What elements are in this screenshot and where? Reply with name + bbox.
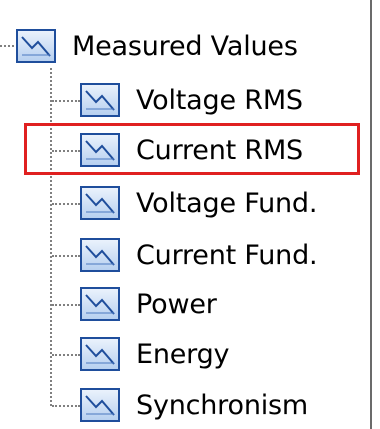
tree-node-label: Power [136,288,217,320]
tree-connector [0,45,14,47]
tree-node-current-rms[interactable]: Current RMS [80,126,303,174]
chart-window-icon [80,388,120,422]
tree-node-label: Current Fund. [136,239,318,271]
tree-node-measured-values[interactable]: Measured Values [16,22,298,70]
tree-connector [52,150,80,152]
tree-connector [52,100,80,102]
tree-connector [52,354,80,356]
tree-connector [52,255,80,257]
chart-window-icon [80,287,120,321]
chart-window-icon [80,238,120,272]
tree-node-energy[interactable]: Energy [80,330,230,378]
tree-node-voltage-rms[interactable]: Voltage RMS [80,76,303,124]
tree-node-label: Voltage RMS [136,84,303,116]
tree-node-voltage-fund[interactable]: Voltage Fund. [80,179,317,227]
tree-node-label: Current RMS [136,134,303,166]
tree-node-label: Voltage Fund. [136,187,318,219]
tree-node-synchronism[interactable]: Synchronism [80,381,308,429]
chart-window-icon [80,83,120,117]
chart-window-icon [16,29,56,63]
tree-node-current-fund[interactable]: Current Fund. [80,231,318,279]
tree-connector [52,304,80,306]
panel-border [370,0,372,429]
tree-node-label: Synchronism [136,389,308,421]
tree-connector [52,203,80,205]
tree-node-power[interactable]: Power [80,280,217,328]
tree-view: Measured Values Voltage RMS Current RMS [0,0,380,429]
tree-connector [52,405,80,407]
chart-window-icon [80,337,120,371]
chart-window-icon [80,186,120,220]
tree-node-label: Measured Values [72,30,298,62]
chart-window-icon [80,133,120,167]
tree-node-label: Energy [136,338,230,370]
